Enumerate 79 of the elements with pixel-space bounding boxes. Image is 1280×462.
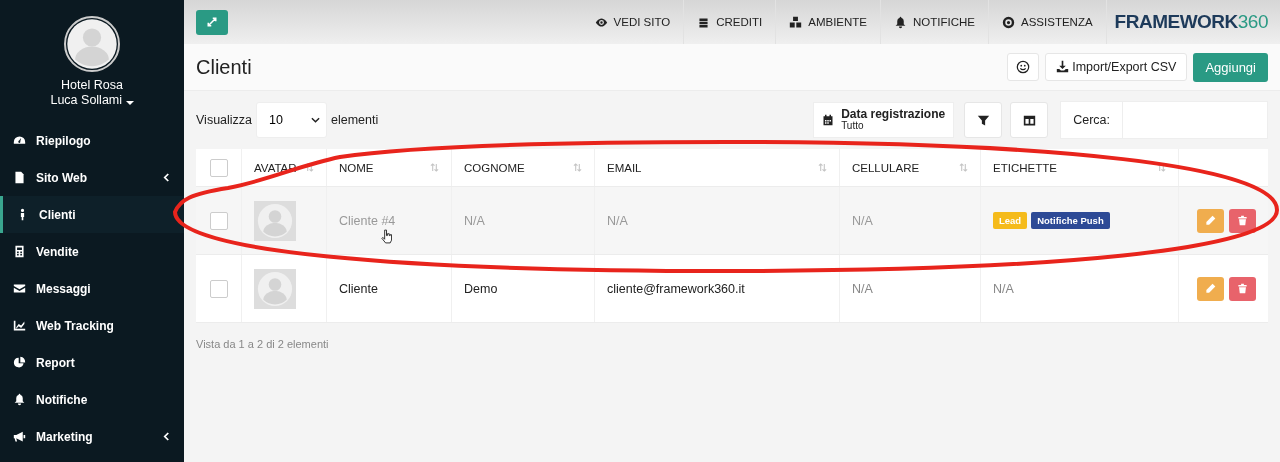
sidebar-item[interactable]: Web Tracking [0, 307, 184, 344]
table-cell: Demo [464, 281, 498, 296]
calculator-icon [13, 245, 26, 258]
logo: FRAMEWORK360 [1114, 11, 1268, 33]
column-header[interactable]: CELLULARE [852, 161, 920, 174]
edit-button[interactable] [1197, 276, 1224, 301]
download-icon [1056, 60, 1070, 73]
hand-cursor-icon [381, 229, 392, 244]
table-cell: N/A [852, 213, 873, 228]
column-header[interactable]: EMAIL [607, 161, 642, 174]
table-cell: N/A [993, 281, 1014, 296]
expand-button[interactable] [196, 9, 228, 35]
chevron-icon [310, 117, 320, 123]
smiley-icon [1016, 59, 1031, 74]
sidebar-item[interactable]: Notifiche [0, 381, 184, 418]
table-cell: N/A [607, 213, 628, 228]
file-icon [13, 171, 26, 184]
account-name: Hotel Rosa [61, 78, 123, 92]
table-info: Vista da 1 a 2 di 2 elementi [196, 338, 330, 350]
row-checkbox[interactable] [209, 279, 228, 298]
table-cell: Cliente #4 [339, 213, 396, 228]
sidebar-item[interactable]: Messaggi [0, 270, 184, 307]
sort-icon[interactable] [1157, 163, 1166, 172]
lifebuoy-icon [1002, 15, 1015, 29]
sidebar-item[interactable]: Report [0, 344, 184, 381]
delete-button[interactable] [1229, 208, 1256, 233]
gauge-icon [13, 134, 26, 147]
columns-button[interactable] [1010, 102, 1049, 138]
chevron-icon [163, 173, 170, 182]
pie-chart-icon [13, 356, 26, 369]
delete-button[interactable] [1229, 276, 1256, 301]
bell-icon [894, 15, 908, 29]
pencil-icon [1205, 283, 1216, 294]
cubes-icon [789, 15, 803, 29]
table-row[interactable]: Cliente #4 N/A N/A N/A Lead Notifiche Push [196, 187, 1268, 255]
row-checkbox[interactable] [209, 211, 228, 230]
page-size-select[interactable]: 10 [256, 102, 327, 138]
table-row[interactable]: Cliente Demo cliente@framework360.it N/A N/A [196, 255, 1268, 323]
column-header[interactable]: NOME [339, 161, 374, 174]
table-cell: cliente@framework360.it [607, 281, 745, 296]
pencil-icon [1205, 215, 1216, 226]
coins-icon [697, 15, 711, 29]
user-menu[interactable]: Luca Sollami [50, 92, 134, 108]
sidebar-item[interactable]: Riepilogo [0, 122, 184, 159]
sidebar-item[interactable]: Sito Web [0, 159, 184, 196]
filter-icon [976, 113, 990, 127]
trash-icon [1237, 283, 1248, 294]
eye-icon [594, 15, 608, 29]
sort-icon[interactable] [305, 163, 314, 172]
edit-button[interactable] [1197, 208, 1224, 233]
sidebar-item[interactable]: Vendite [0, 233, 184, 270]
columns-icon [1022, 113, 1036, 127]
date-filter-button[interactable]: Data registrazione Tutto [813, 102, 955, 138]
import-export-button[interactable]: Import/Export CSV [1045, 52, 1188, 81]
sidebar-item[interactable]: Marketing [0, 418, 184, 455]
table-cell: N/A [464, 213, 485, 228]
tag-badge: Lead [993, 212, 1028, 229]
table-cell: Cliente [339, 281, 378, 296]
trash-icon [1237, 215, 1248, 226]
table-cell: N/A [852, 281, 873, 296]
column-header[interactable]: ETICHETTE [993, 161, 1057, 174]
show-label: Visualizza [196, 113, 253, 127]
line-chart-icon [13, 319, 26, 332]
avatar-icon [66, 18, 118, 70]
chevron-icon [163, 432, 170, 441]
expand-icon [206, 16, 218, 28]
column-header[interactable]: COGNOME [464, 161, 525, 174]
sidebar-item[interactable]: Clienti [0, 196, 184, 233]
filter-button[interactable] [964, 102, 1003, 138]
tag-badge: Notifiche Push [1031, 212, 1110, 229]
envelope-icon [13, 282, 26, 295]
calendar-icon [822, 114, 835, 126]
bell-icon [13, 393, 26, 406]
select-all-checkbox[interactable] [209, 158, 228, 177]
emoji-button[interactable] [1007, 52, 1040, 81]
caret-icon [125, 101, 134, 105]
show-suffix: elementi [330, 113, 379, 127]
megaphone-icon [13, 430, 26, 443]
page-title: Clienti [196, 55, 252, 79]
